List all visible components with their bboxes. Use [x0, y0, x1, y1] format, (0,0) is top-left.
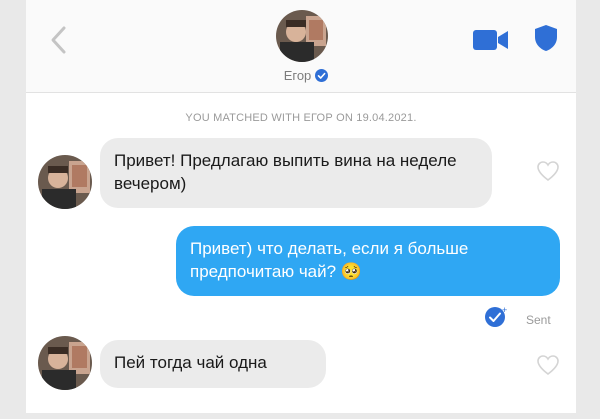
- contact-name-row[interactable]: Егор: [266, 66, 346, 84]
- sent-status: Sent: [526, 313, 551, 327]
- screenshot-frame: Егор YOU MATCHED WITH ЕГОР ON 19.04.2021…: [0, 0, 600, 419]
- message-avatar[interactable]: [38, 155, 92, 209]
- heart-icon[interactable]: [536, 354, 560, 376]
- sent-check-icon: +: [485, 305, 507, 327]
- match-notice: YOU MATCHED WITH ЕГОР ON 19.04.2021.: [185, 112, 417, 124]
- message-text: Привет) что делать, если я больше предпо…: [190, 239, 469, 281]
- message-bubble-incoming[interactable]: Привет! Предлагаю выпить вина на неделе …: [100, 138, 492, 208]
- shield-icon[interactable]: [534, 24, 558, 52]
- video-camera-icon[interactable]: [472, 27, 510, 53]
- contact-avatar[interactable]: [276, 10, 328, 62]
- chat-screen: Егор YOU MATCHED WITH ЕГОР ON 19.04.2021…: [26, 0, 576, 413]
- contact-name: Егор: [283, 67, 312, 83]
- chat-header: Егор: [26, 0, 576, 93]
- message-avatar[interactable]: [38, 336, 92, 390]
- svg-text:+: +: [502, 305, 507, 315]
- message-text: Привет! Предлагаю выпить вина на неделе …: [114, 151, 457, 193]
- message-text: Пей тогда чай одна: [114, 353, 267, 372]
- verified-check-icon: [315, 68, 329, 82]
- message-bubble-outgoing[interactable]: Привет) что делать, если я больше предпо…: [176, 226, 560, 296]
- heart-icon[interactable]: [536, 160, 560, 182]
- message-bubble-incoming[interactable]: Пей тогда чай одна: [100, 340, 326, 388]
- chevron-left-icon[interactable]: [44, 20, 74, 60]
